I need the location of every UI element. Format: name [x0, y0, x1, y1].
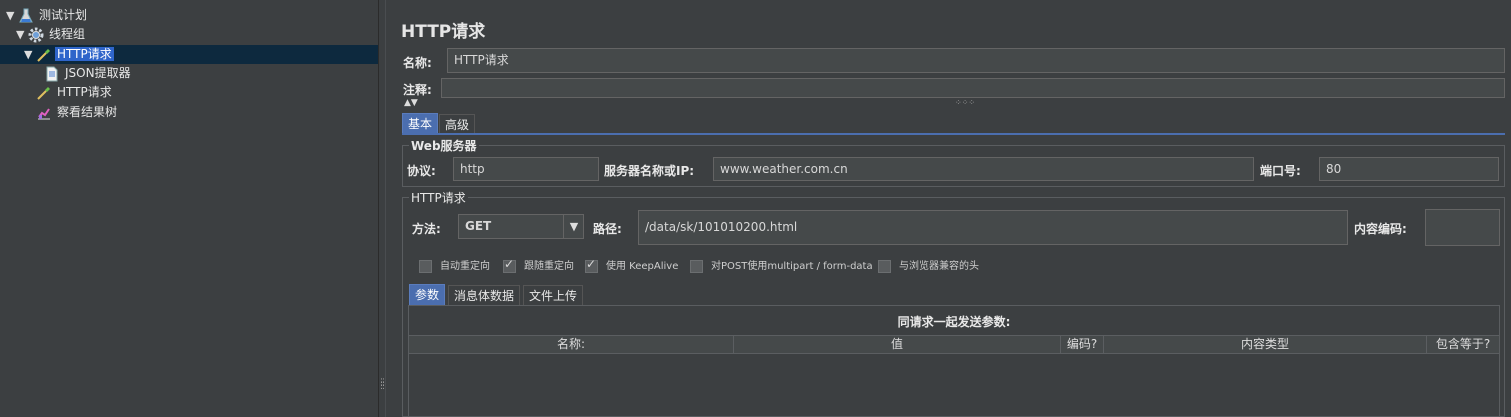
follow-redirects-checkbox[interactable]: 跟随重定向 — [503, 257, 574, 273]
column-header-name[interactable]: 名称: — [409, 336, 734, 353]
checkbox-box-checked[interactable] — [503, 257, 516, 273]
tab-file-upload[interactable]: 文件上传 — [523, 285, 584, 305]
tab-advanced[interactable]: 高级 — [439, 114, 476, 134]
port-label: 端口号: — [1260, 164, 1301, 178]
resize-grip-icon[interactable]: ⁘⁘⁘ — [955, 98, 975, 107]
collapse-arrows-icon[interactable]: ▲▼ — [404, 98, 418, 108]
option-label: 使用 KeepAlive — [606, 261, 679, 272]
expand-triangle-icon[interactable]: ▼ — [6, 7, 18, 25]
keepalive-checkbox[interactable]: 使用 KeepAlive — [585, 257, 678, 273]
comment-label: 注释: — [403, 83, 432, 97]
expand-triangle-icon[interactable]: ▼ — [24, 46, 36, 64]
checkbox-box[interactable] — [690, 259, 703, 273]
name-label: 名称: — [403, 56, 432, 70]
column-header-content-type[interactable]: 内容类型 — [1104, 336, 1427, 353]
chevron-down-icon[interactable]: ▼ — [563, 215, 584, 238]
option-label: 对POST使用multipart / form-data — [711, 261, 873, 272]
parameters-caption: 同请求一起发送参数: — [897, 315, 1011, 329]
parameters-table-body[interactable] — [409, 354, 1499, 416]
tree-item-label: 察看结果树 — [57, 105, 118, 119]
tree-item-label: 测试计划 — [39, 8, 88, 22]
multipart-checkbox[interactable]: 对POST使用multipart / form-data — [690, 257, 873, 273]
pipette-icon — [36, 85, 52, 101]
method-value: GET — [465, 219, 492, 233]
tree-item-label: HTTP请求 — [55, 47, 114, 61]
tree-item-test-plan[interactable]: ▼ 测试计划 — [6, 6, 89, 24]
protocol-input[interactable]: http — [453, 157, 599, 181]
tree-item-view-results-tree[interactable]: 察看结果树 — [36, 103, 119, 121]
checkbox-box-checked[interactable] — [585, 257, 598, 273]
flask-icon — [18, 8, 34, 24]
split-pane-divider[interactable]: :::::: — [378, 0, 386, 417]
browser-compatible-headers-checkbox[interactable]: 与浏览器兼容的头 — [878, 257, 979, 273]
checkbox-box[interactable] — [878, 259, 891, 273]
panel-title: HTTP请求 — [401, 22, 486, 42]
method-label: 方法: — [412, 222, 441, 236]
gear-icon — [28, 27, 44, 43]
test-plan-tree: ▼ 测试计划 ▼ 线程组 ▼ HTTP请求 JSON提取器 HTTP请求 察看结果树 — [0, 0, 378, 417]
tab-body-data[interactable]: 消息体数据 — [448, 285, 521, 305]
content-encoding-input[interactable] — [1425, 209, 1500, 246]
tree-item-http-request[interactable]: HTTP请求 — [36, 83, 114, 101]
protocol-label: 协议: — [407, 164, 436, 178]
graph-icon — [36, 105, 52, 121]
tree-item-label: HTTP请求 — [57, 85, 112, 99]
document-icon — [44, 66, 60, 82]
tab-parameters[interactable]: 参数 — [409, 284, 446, 305]
option-label: 跟随重定向 — [524, 261, 574, 272]
tree-item-label: 线程组 — [49, 27, 86, 41]
expand-triangle-icon[interactable]: ▼ — [16, 26, 28, 44]
auto-redirect-checkbox[interactable]: 自动重定向 — [419, 257, 490, 273]
checkbox-box[interactable] — [419, 259, 432, 273]
option-label: 自动重定向 — [440, 261, 490, 272]
tree-item-thread-group[interactable]: ▼ 线程组 — [16, 25, 87, 43]
splitter-grip-icon: :::::: — [380, 376, 385, 392]
port-input[interactable]: 80 — [1319, 157, 1499, 181]
tree-item-http-request-selected[interactable]: ▼ HTTP请求 — [24, 45, 114, 63]
column-header-value[interactable]: 值 — [734, 336, 1061, 353]
content-encoding-label: 内容编码: — [1354, 222, 1407, 236]
http-request-panel: HTTP请求 名称: HTTP请求 注释: ▲▼ ⁘⁘⁘ 基本 高级 Web服务… — [395, 0, 1511, 417]
server-name-label: 服务器名称或IP: — [604, 164, 695, 178]
option-label: 与浏览器兼容的头 — [899, 261, 979, 272]
web-server-group-title: Web服务器 — [409, 137, 479, 154]
tree-item-json-extractor[interactable]: JSON提取器 — [44, 64, 133, 82]
comment-input[interactable] — [441, 78, 1505, 98]
http-request-group-title: HTTP请求 — [409, 189, 468, 206]
name-input[interactable]: HTTP请求 — [447, 48, 1505, 73]
pipette-icon — [36, 47, 52, 63]
path-label: 路径: — [593, 222, 622, 236]
column-header-include-equals[interactable]: 包含等于? — [1427, 336, 1499, 353]
tree-item-label: JSON提取器 — [65, 66, 131, 80]
path-input[interactable]: /data/sk/101010200.html — [638, 210, 1348, 245]
tab-basic[interactable]: 基本 — [402, 113, 439, 133]
server-name-input[interactable]: www.weather.com.cn — [713, 157, 1254, 181]
column-header-encode[interactable]: 编码? — [1061, 336, 1104, 353]
tab-underline — [402, 133, 1505, 135]
